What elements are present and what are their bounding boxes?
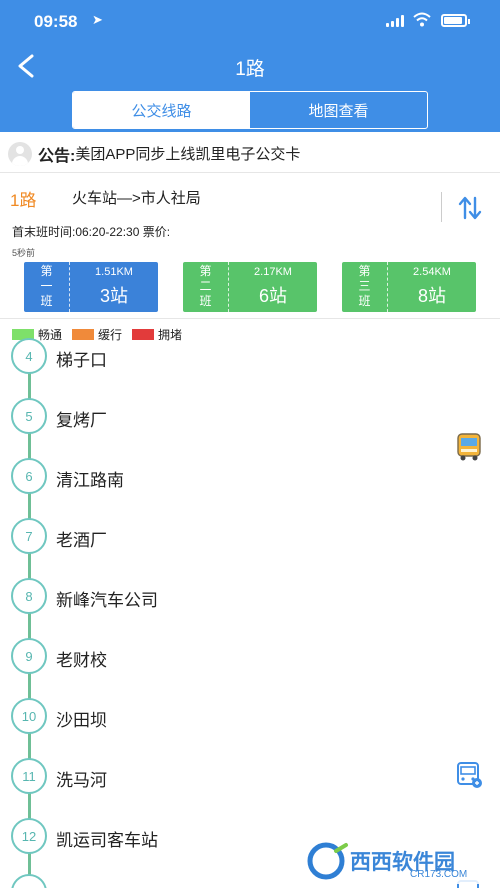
bus-order-label: 第一班 (24, 262, 70, 312)
stop-number: 9 (11, 638, 47, 674)
stop-number: 6 (11, 458, 47, 494)
battery-icon (441, 14, 470, 27)
status-bar: 09:58 ➤ (0, 0, 500, 44)
stop-name[interactable]: 洗马河 (56, 766, 107, 791)
watermark: 西西软件园 CR173.COM (306, 838, 496, 884)
user-avatar-icon (8, 141, 32, 166)
bus-card-2[interactable]: 第二班 2.17KM 6站 (183, 262, 317, 312)
tab-bus-route[interactable]: 公交线路 (73, 92, 250, 128)
stop-name[interactable]: 凯运司客车站 (56, 826, 158, 851)
stop-name[interactable]: 梯子口 (56, 346, 107, 371)
page-title: 1路 (235, 59, 265, 80)
bus-card-3[interactable]: 第三班 2.54KM 8站 (342, 262, 476, 312)
stop-number: 11 (11, 758, 47, 794)
watermark-site: CR173.COM (410, 869, 468, 880)
divider (441, 192, 442, 222)
stop-name[interactable]: 复烤厂 (56, 406, 107, 431)
view-switcher: 公交线路 地图查看 (72, 91, 428, 129)
bus-distance: 2.54KM (413, 266, 451, 278)
stop-number: 7 (11, 518, 47, 554)
swap-direction-icon[interactable] (456, 194, 484, 222)
bus-card-1[interactable]: 第一班 1.51KM 3站 (24, 262, 158, 312)
update-time: 5秒前 (12, 248, 36, 258)
nav-bar: 1路 (0, 44, 500, 88)
legend-item: 拥堵 (132, 326, 182, 343)
signal-icon (386, 15, 406, 27)
stop-name[interactable]: 老财校 (56, 646, 107, 671)
stop-name[interactable]: 新峰汽车公司 (56, 586, 158, 611)
bus-stations-away: 8站 (417, 286, 446, 306)
section-divider (0, 318, 500, 319)
bus-order-label: 第二班 (183, 262, 229, 312)
bus-distance: 2.17KM (254, 266, 292, 278)
stop-number: 13 (11, 874, 47, 888)
stop-name[interactable]: 沙田坝 (56, 706, 107, 731)
notice-label: 公告: (38, 147, 76, 165)
notice-text: 美团APP同步上线凯里电子公交卡 (75, 146, 301, 163)
app-header: 09:58 ➤ 1路 公交线路 地图查看 (0, 0, 500, 132)
bus-at-stop-icon[interactable] (455, 760, 483, 790)
legend-item: 缓行 (72, 326, 122, 343)
bus-order-label: 第三班 (342, 262, 388, 312)
notice-bar[interactable]: 公告: 美团APP同步上线凯里电子公交卡 (0, 135, 500, 173)
wifi-icon (413, 12, 431, 27)
stop-name[interactable]: 老酒厂 (56, 526, 107, 551)
bus-distance: 1.51KM (95, 266, 133, 278)
route-number: 1路 (10, 191, 37, 210)
tab-map-view[interactable]: 地图查看 (250, 92, 427, 128)
service-hours: 首末班时间:06:20-22:30 票价: (12, 225, 171, 239)
watermark-logo-icon (307, 842, 348, 880)
bus-moving-icon[interactable] (455, 432, 483, 462)
bus-stations-away: 3站 (99, 286, 128, 306)
bus-stations-away: 6站 (258, 286, 287, 306)
route-direction: 火车站—>市人社局 (72, 190, 201, 207)
stop-number: 10 (11, 698, 47, 734)
status-time: 09:58 (34, 12, 78, 31)
stop-name[interactable]: 清江路南 (56, 466, 124, 491)
stop-number: 8 (11, 578, 47, 614)
stop-number: 4 (11, 338, 47, 374)
stop-number: 12 (11, 818, 47, 854)
location-arrow-icon: ➤ (92, 12, 103, 27)
stop-number: 5 (11, 398, 47, 434)
